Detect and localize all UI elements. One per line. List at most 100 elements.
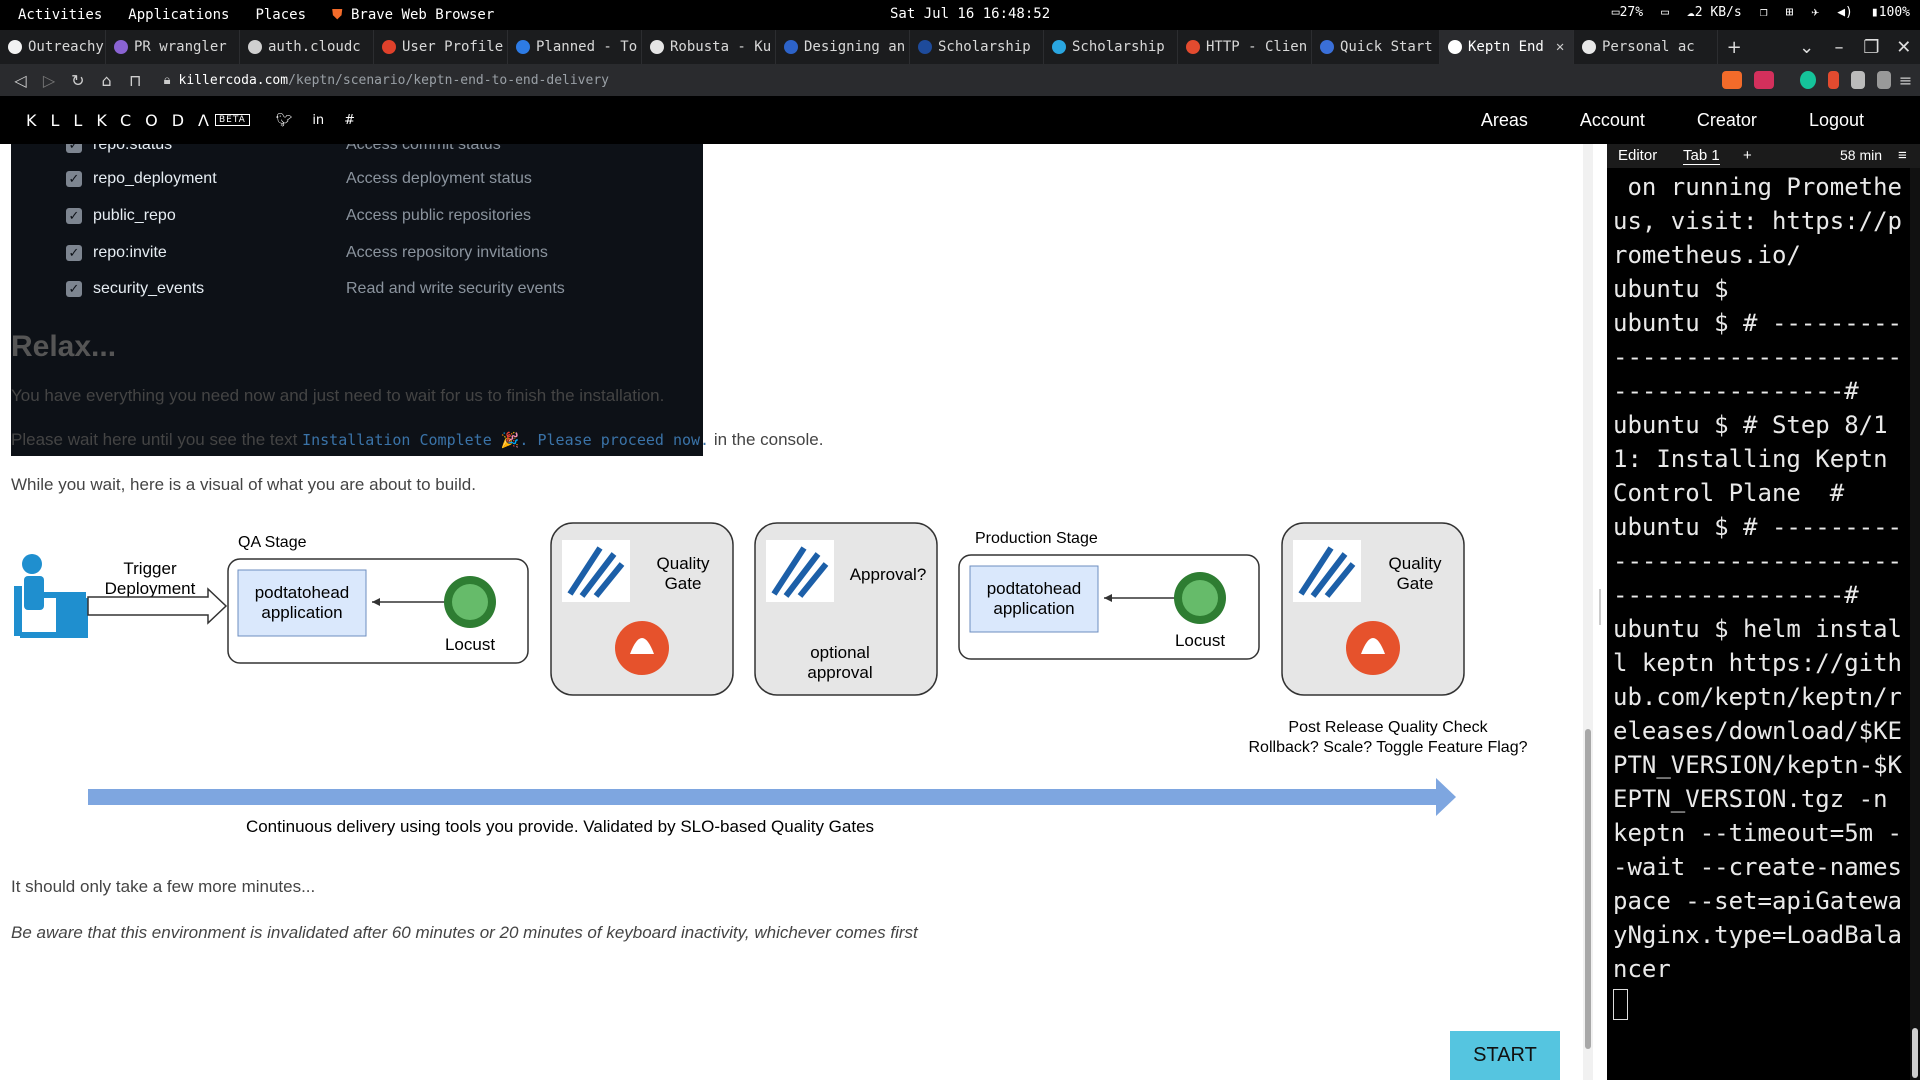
close-tab-icon[interactable]: ✕ [1556, 39, 1564, 55]
terminal-toolbar: Editor Tab 1 + 58 min ≡ [1607, 144, 1920, 168]
checkbox-checked-icon: ✓ [66, 245, 82, 261]
forward-button[interactable]: ▷ [35, 71, 64, 90]
tab-label: PR wrangler [134, 39, 227, 55]
browser-tab[interactable]: User Profile [374, 30, 508, 64]
maximize-window-button[interactable]: ❐ [1855, 37, 1887, 58]
nav-account[interactable]: Account [1580, 110, 1645, 131]
terminal-cursor [1613, 988, 1628, 1020]
browser-tab[interactable]: Outreachy [0, 30, 106, 64]
tab-label: Designing an [804, 39, 906, 55]
tab-search-chevron-icon[interactable]: ⌄ [1790, 37, 1822, 58]
terminal-menu-icon[interactable]: ≡ [1898, 147, 1907, 164]
windows-icon[interactable]: ❐ [1760, 5, 1768, 20]
close-window-button[interactable]: ✕ [1888, 37, 1920, 58]
browser-tab[interactable]: Scholarship [910, 30, 1044, 64]
active-app-menu[interactable]: ⛊ Brave Web Browser [332, 7, 494, 23]
brave-rewards-icon[interactable] [1753, 71, 1774, 89]
minimize-window-button[interactable]: – [1823, 37, 1855, 58]
network-icon[interactable]: ⊞ [1786, 5, 1794, 20]
volume-icon[interactable]: ◀) [1837, 5, 1853, 20]
browser-tab[interactable]: Quick Start [1312, 30, 1440, 64]
extension-red-icon[interactable] [1827, 71, 1839, 89]
browser-tab[interactable]: Robusta - Ku [642, 30, 776, 64]
tab-label: Outreachy [28, 39, 104, 55]
brave-shields-icon[interactable] [1722, 71, 1742, 89]
terminal-panel[interactable]: Editor Tab 1 + 58 min ≡ on running Prome… [1607, 144, 1920, 1080]
tab-favicon-icon [382, 40, 396, 54]
tab-favicon-icon [8, 40, 22, 54]
tab-favicon-icon [784, 40, 798, 54]
browser-tab[interactable]: PR wrangler [106, 30, 240, 64]
network-speed[interactable]: ☁2 KB/s [1687, 5, 1742, 20]
beta-badge: BETA [214, 114, 250, 126]
places-menu[interactable]: Places [255, 7, 306, 23]
paragraph-visual: While you wait, here is a visual of what… [11, 475, 476, 494]
monitor-icon[interactable]: ▭ [1661, 5, 1669, 20]
scenario-content: ✓ repo:status Access commit status ✓ rep… [0, 144, 1588, 1080]
killercoda-logo[interactable]: KLLKCODΛ [26, 111, 223, 130]
checkbox-checked-icon: ✓ [66, 208, 82, 224]
checkbox-checked-icon: ✓ [66, 281, 82, 297]
twitter-icon[interactable]: 🐦︎ [276, 113, 293, 128]
content-scroll-thumb[interactable] [1585, 729, 1591, 1049]
cpu-indicator[interactable]: ▭27% [1612, 5, 1643, 20]
inline-code: Installation Complete 🎉. Please proceed … [302, 431, 710, 449]
clock[interactable]: Sat Jul 16 16:48:52 [890, 6, 1050, 22]
terminal-tab-1[interactable]: Tab 1 [1683, 147, 1720, 165]
nav-creator[interactable]: Creator [1697, 110, 1757, 131]
post-release-label-line1: Post Release Quality Check [1288, 719, 1488, 736]
browser-tab[interactable]: HTTP - Clien [1178, 30, 1312, 64]
browser-tab[interactable]: Keptn End ✕ [1440, 30, 1574, 64]
panel-resize-handle[interactable] [1593, 144, 1607, 1080]
tab-favicon-icon [918, 40, 932, 54]
extensions-puzzle-icon[interactable] [1850, 71, 1865, 89]
editor-tab[interactable]: Editor [1618, 147, 1657, 164]
browser-tab[interactable]: Personal ac [1574, 30, 1718, 64]
delivery-timeline-arrow [88, 789, 1438, 805]
grammarly-extension-icon[interactable] [1799, 71, 1816, 89]
terminal-scrollbar[interactable] [1910, 168, 1920, 1080]
slack-icon[interactable]: # [344, 113, 355, 128]
nav-logout[interactable]: Logout [1809, 110, 1864, 131]
tab-label: Personal ac [1602, 39, 1695, 55]
browser-tab[interactable]: auth.cloudc [240, 30, 374, 64]
prod-app-label-line2: application [993, 599, 1074, 618]
trigger-label-line1: Trigger [123, 559, 177, 578]
linkedin-icon[interactable]: in [312, 113, 324, 128]
tab-label: Keptn End [1468, 39, 1544, 55]
address-bar[interactable]: 🔒︎ killercoda.com/keptn/scenario/keptn-e… [164, 67, 1493, 93]
qg2-label-line2: Gate [1397, 574, 1434, 593]
terminal-scroll-thumb[interactable] [1912, 1028, 1918, 1078]
browser-tab[interactable]: Scholarship [1044, 30, 1178, 64]
reload-button[interactable]: ↻ [63, 71, 92, 90]
terminal-output[interactable]: on running Prometheus, visit: https://pr… [1613, 170, 1908, 1020]
add-tab-button[interactable]: + [1743, 147, 1752, 164]
browser-tab[interactable]: Designing an [776, 30, 910, 64]
activities-button[interactable]: Activities [18, 7, 102, 23]
paragraph-invalidation-warning: Be aware that this environment is invali… [11, 923, 918, 942]
person-at-desk-icon [14, 554, 88, 638]
tab-label: User Profile [402, 39, 504, 55]
tab-label: HTTP - Clien [1206, 39, 1308, 55]
section-heading: Relax... [11, 330, 117, 363]
back-button[interactable]: ◁ [6, 71, 35, 90]
airplane-icon[interactable]: ✈ [1811, 5, 1819, 20]
prod-app-label-line1: podtatohead [987, 579, 1082, 598]
new-tab-button[interactable]: + [1718, 37, 1750, 58]
wallet-icon[interactable] [1876, 71, 1892, 89]
home-button[interactable]: ⌂ [92, 71, 121, 90]
browser-menu-icon[interactable]: ≡ [1891, 71, 1920, 90]
tab-label: Planned - To [536, 39, 638, 55]
browser-tab[interactable]: Planned - To [508, 30, 642, 64]
qa-locust-label: Locust [445, 635, 495, 654]
permission-row: ✓ repo:invite Access repository invitati… [11, 238, 703, 268]
delivery-timeline-arrowhead [1436, 778, 1456, 816]
applications-menu[interactable]: Applications [128, 7, 229, 23]
nav-areas[interactable]: Areas [1481, 110, 1528, 131]
bookmark-icon[interactable]: ⊓ [121, 71, 150, 90]
start-button[interactable]: START [1450, 1031, 1560, 1080]
battery-indicator[interactable]: ▮100% [1871, 5, 1910, 20]
permission-row: ✓ repo_deployment Access deployment stat… [11, 164, 703, 194]
content-scrollbar[interactable] [1583, 144, 1593, 1080]
locust-icon-inner [452, 584, 488, 620]
